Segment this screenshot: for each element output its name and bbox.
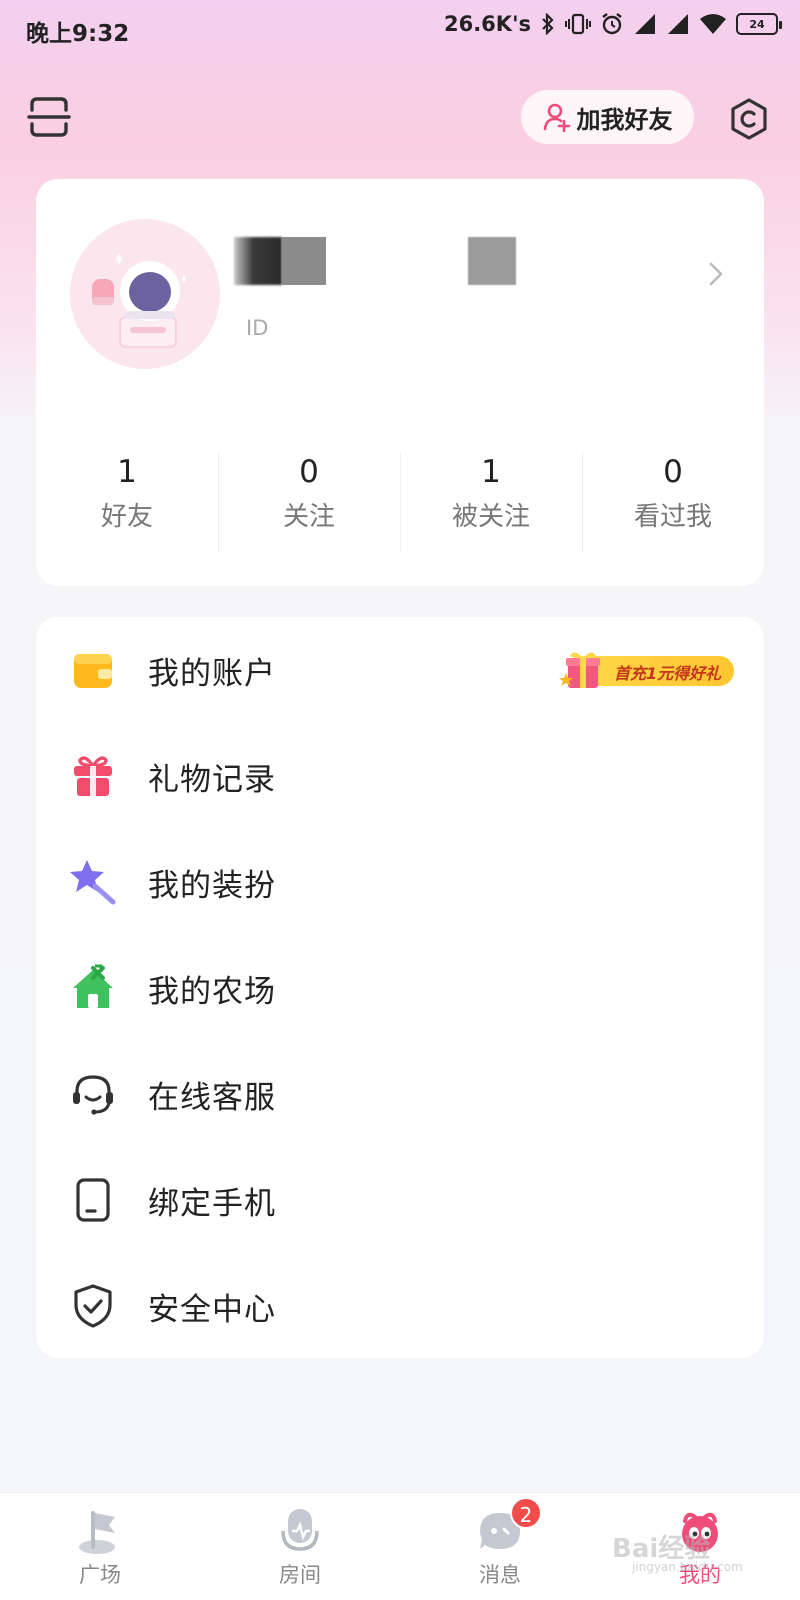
battery-level: 24 (749, 17, 765, 31)
first-recharge-badge[interactable]: 首充1元得好礼 (556, 648, 734, 692)
magic-wand-icon (68, 857, 118, 907)
battery-icon: 24 (736, 13, 782, 35)
status-time: 晚上9:32 (26, 21, 130, 47)
nav-item-plaza[interactable]: 广场 (0, 1493, 200, 1600)
menu-item-customer-service[interactable]: 在线客服 (36, 1041, 764, 1147)
watermark-url: jingyan.baidu.com (632, 1560, 743, 1574)
menu-item-farm[interactable]: 我的农场 (36, 935, 764, 1041)
gift-icon (68, 751, 118, 801)
nav-item-messages[interactable]: 消息 (400, 1493, 600, 1600)
scan-button[interactable] (26, 94, 72, 140)
wallet-icon (68, 645, 118, 695)
add-friend-button[interactable]: 加我好友 (521, 90, 694, 144)
menu-item-label: 在线客服 (148, 1079, 276, 1116)
bluetooth-icon (540, 13, 556, 35)
stat-value: 0 (663, 454, 683, 490)
status-indicators: 26.6K's 24 (443, 12, 782, 36)
stat-followers[interactable]: 1 被关注 (400, 452, 582, 554)
nav-label: 消息 (479, 1563, 521, 1587)
headset-icon (68, 1069, 118, 1119)
status-bar: 晚上9:32 26.6K's 24 (0, 0, 800, 56)
stat-friends[interactable]: 1 好友 (36, 454, 218, 554)
network-speed: 26.6K's (443, 12, 531, 36)
menu-item-label: 绑定手机 (148, 1185, 276, 1222)
menu-card: 我的账户 首充1元得好礼 礼物记录 我的装扮 我的农场 在线客服 绑定手机 安全… (36, 617, 764, 1358)
add-user-icon (543, 103, 570, 132)
menu-item-label: 安全中心 (148, 1291, 276, 1328)
avatar[interactable] (70, 219, 220, 369)
menu-item-label: 礼物记录 (148, 761, 276, 798)
scan-icon (27, 97, 71, 137)
stat-value: 1 (117, 454, 137, 490)
stat-value: 0 (299, 454, 319, 490)
add-friend-label: 加我好友 (576, 105, 673, 134)
unread-message-badge: 2 (510, 1497, 542, 1529)
menu-item-account[interactable]: 我的账户 首充1元得好礼 (36, 617, 764, 723)
stat-label: 看过我 (633, 502, 712, 532)
settings-button[interactable] (726, 96, 772, 142)
signal-icon-1 (633, 13, 657, 35)
stat-following[interactable]: 0 关注 (218, 452, 400, 554)
stat-visitors[interactable]: 0 看过我 (582, 452, 764, 554)
stat-label: 关注 (282, 502, 335, 532)
signal-icon-2 (666, 13, 690, 35)
menu-item-dressup[interactable]: 我的装扮 (36, 829, 764, 935)
phone-icon (68, 1175, 118, 1225)
menu-item-label: 我的装扮 (148, 867, 276, 904)
stat-label: 被关注 (451, 502, 530, 532)
user-id-label: ID (246, 316, 269, 340)
alarm-icon (600, 12, 624, 36)
chevron-right-icon[interactable] (706, 259, 726, 289)
profile-card[interactable]: ID 1 好友 0 关注 1 被关注 0 看过我 (36, 179, 764, 586)
menu-item-security-center[interactable]: 安全中心 (36, 1253, 764, 1359)
promo-text: 首充1元得好礼 (614, 664, 722, 683)
stat-value: 1 (481, 454, 501, 490)
stats-row: 1 好友 0 关注 1 被关注 0 看过我 (36, 452, 764, 554)
menu-item-gift-records[interactable]: 礼物记录 (36, 723, 764, 829)
menu-item-bind-phone[interactable]: 绑定手机 (36, 1147, 764, 1253)
flag-icon (79, 1511, 115, 1554)
microphone-icon (281, 1509, 319, 1551)
shield-icon (68, 1281, 118, 1331)
menu-item-label: 我的农场 (148, 973, 276, 1010)
menu-item-label: 我的账户 (148, 655, 276, 692)
farm-house-icon (68, 963, 118, 1013)
gift-box-icon (559, 652, 600, 688)
settings-icon (731, 98, 767, 140)
nav-item-rooms[interactable]: 房间 (200, 1493, 400, 1600)
astronaut-avatar-icon (70, 219, 220, 369)
wifi-icon (699, 13, 727, 35)
stat-label: 好友 (100, 502, 153, 532)
nav-label: 房间 (279, 1563, 321, 1587)
nav-label: 广场 (79, 1563, 121, 1587)
vibrate-icon (565, 13, 591, 35)
nickname-redacted (234, 237, 524, 287)
